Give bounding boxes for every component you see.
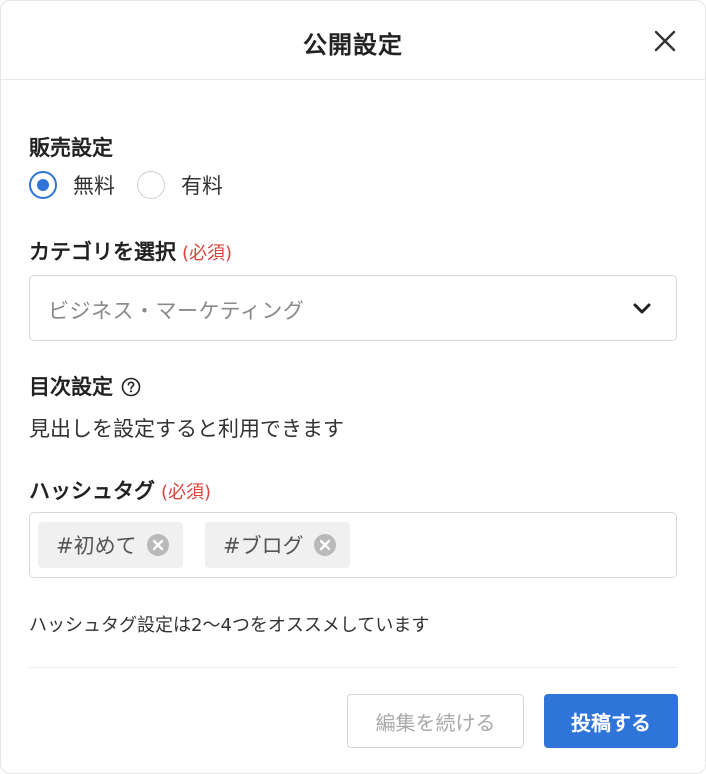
sales-settings-label: 販売設定 xyxy=(29,136,113,160)
radio-free-label: 無料 xyxy=(73,174,115,198)
remove-tag-icon[interactable] xyxy=(313,534,336,556)
dialog-title: 公開設定 xyxy=(303,31,403,59)
hashtag-chip: #初めて xyxy=(38,522,183,568)
continue-editing-button[interactable]: 編集を続ける xyxy=(347,694,524,748)
category-label: カテゴリを選択 (必須) xyxy=(29,236,232,266)
remove-tag-icon[interactable] xyxy=(146,534,169,556)
hashtag-label: ハッシュタグ (必須) xyxy=(29,475,211,505)
hashtag-label-text: ハッシュタグ xyxy=(29,479,155,503)
dialog-header: 公開設定 xyxy=(1,1,705,80)
category-select-value: ビジネス・マーケティング xyxy=(48,299,305,323)
hashtag-chip-label: #ブログ xyxy=(223,534,304,558)
toc-label-text: 目次設定 xyxy=(29,375,113,399)
hashtag-chip: #ブログ xyxy=(205,522,350,568)
hashtag-hint: ハッシュタグ設定は2〜4つをオススメしています xyxy=(29,615,430,636)
toc-label: 目次設定 xyxy=(29,371,141,401)
chevron-down-icon xyxy=(633,303,651,314)
radio-free[interactable] xyxy=(29,171,57,199)
radio-paid[interactable] xyxy=(137,171,165,199)
radio-option-paid[interactable]: 有料 xyxy=(137,170,223,200)
sales-radio-group: 無料 有料 xyxy=(29,169,245,201)
help-icon[interactable] xyxy=(121,377,141,397)
hashtag-input[interactable]: #初めて #ブログ xyxy=(29,512,677,578)
close-icon xyxy=(654,30,676,52)
hashtag-required-badge: (必須) xyxy=(161,482,212,503)
hashtag-chip-label: #初めて xyxy=(56,534,137,558)
radio-paid-label: 有料 xyxy=(181,174,223,198)
category-required-badge: (必須) xyxy=(182,243,233,264)
toc-description: 見出しを設定すると利用できます xyxy=(29,417,344,441)
close-button[interactable] xyxy=(653,29,677,53)
publish-settings-dialog: 公開設定 販売設定 無料 有料 カテゴリを選択 (必須) ビジネス・マーケティング… xyxy=(0,0,706,774)
post-button[interactable]: 投稿する xyxy=(544,694,678,748)
radio-option-free[interactable]: 無料 xyxy=(29,170,115,200)
footer-divider xyxy=(29,667,677,668)
category-label-text: カテゴリを選択 xyxy=(29,240,176,264)
category-select[interactable]: ビジネス・マーケティング xyxy=(29,275,677,341)
